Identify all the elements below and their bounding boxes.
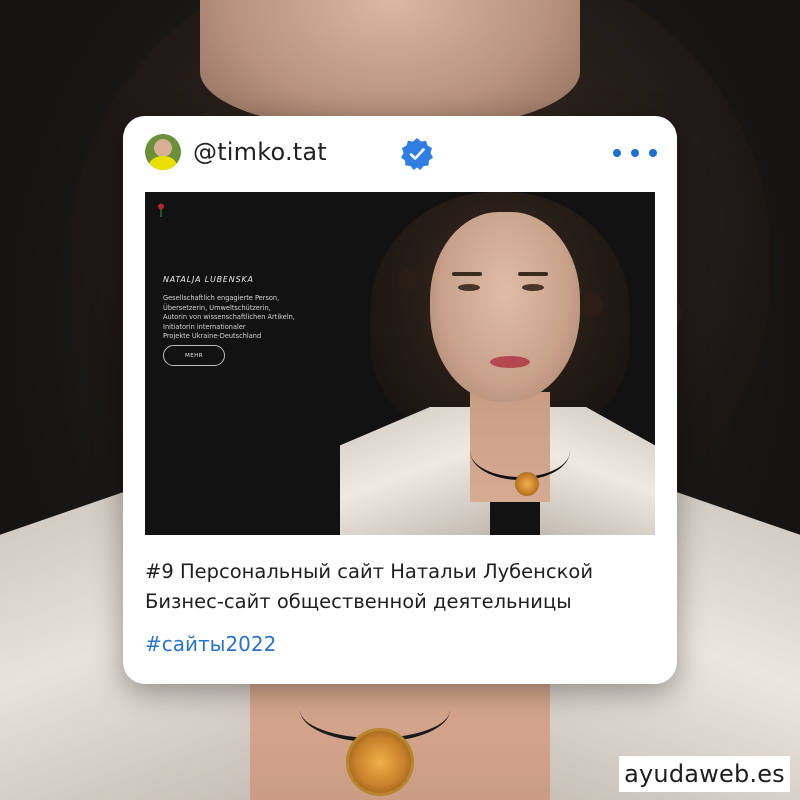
post-card: @timko.tat NATALJA LUBENSKA Gesellschaft… — [123, 116, 677, 684]
avatar[interactable] — [145, 134, 181, 170]
preview-description-line: Gesellschaftlich engagierte Person, — [163, 294, 280, 302]
username[interactable]: @timko.tat — [193, 138, 327, 166]
preview-portrait — [340, 192, 655, 535]
preview-description-line: Projekte Ukraine-Deutschland — [163, 332, 262, 340]
hashtag-link[interactable]: #сайты2022 — [145, 632, 276, 656]
preview-jacket-left — [340, 407, 490, 535]
rose-logo-icon — [158, 203, 164, 217]
preview-face — [430, 212, 580, 402]
preview-description-line: Initiatorin internationaler — [163, 322, 246, 331]
verified-badge-icon — [401, 138, 433, 170]
preview-eye-right — [522, 284, 544, 291]
preview-more-button[interactable]: MEHR — [163, 345, 225, 366]
post-header: @timko.tat — [123, 116, 677, 190]
preview-brow-left — [452, 272, 482, 276]
background-pendant — [346, 728, 414, 796]
preview-description-line: Autorin von wissenschaftlichen Artikeln, — [163, 313, 295, 321]
more-dot-icon — [631, 149, 639, 157]
preview-lips — [490, 356, 530, 368]
more-dot-icon — [613, 149, 621, 157]
preview-site-title: NATALJA LUBENSKA — [163, 275, 254, 284]
preview-pendant — [515, 472, 539, 496]
background-face — [200, 0, 580, 130]
more-options-button[interactable] — [613, 146, 657, 160]
website-preview-image[interactable]: NATALJA LUBENSKA Gesellschaftlich engagi… — [145, 192, 655, 535]
watermark: ayudaweb.es — [619, 756, 790, 792]
post-caption-title: #9 Персональный сайт Натальи Лубенской — [145, 560, 594, 583]
preview-eye-left — [458, 284, 480, 291]
preview-description-line: Übersetzerin, Umweltschützerin, — [163, 303, 271, 312]
more-dot-icon — [649, 149, 657, 157]
preview-necklace-cord — [470, 422, 570, 480]
preview-description: Gesellschaftlich engagierte Person, Über… — [163, 294, 333, 342]
post-caption-subtitle: Бизнес-сайт общественной деятельницы — [145, 590, 572, 613]
preview-brow-right — [518, 272, 548, 276]
